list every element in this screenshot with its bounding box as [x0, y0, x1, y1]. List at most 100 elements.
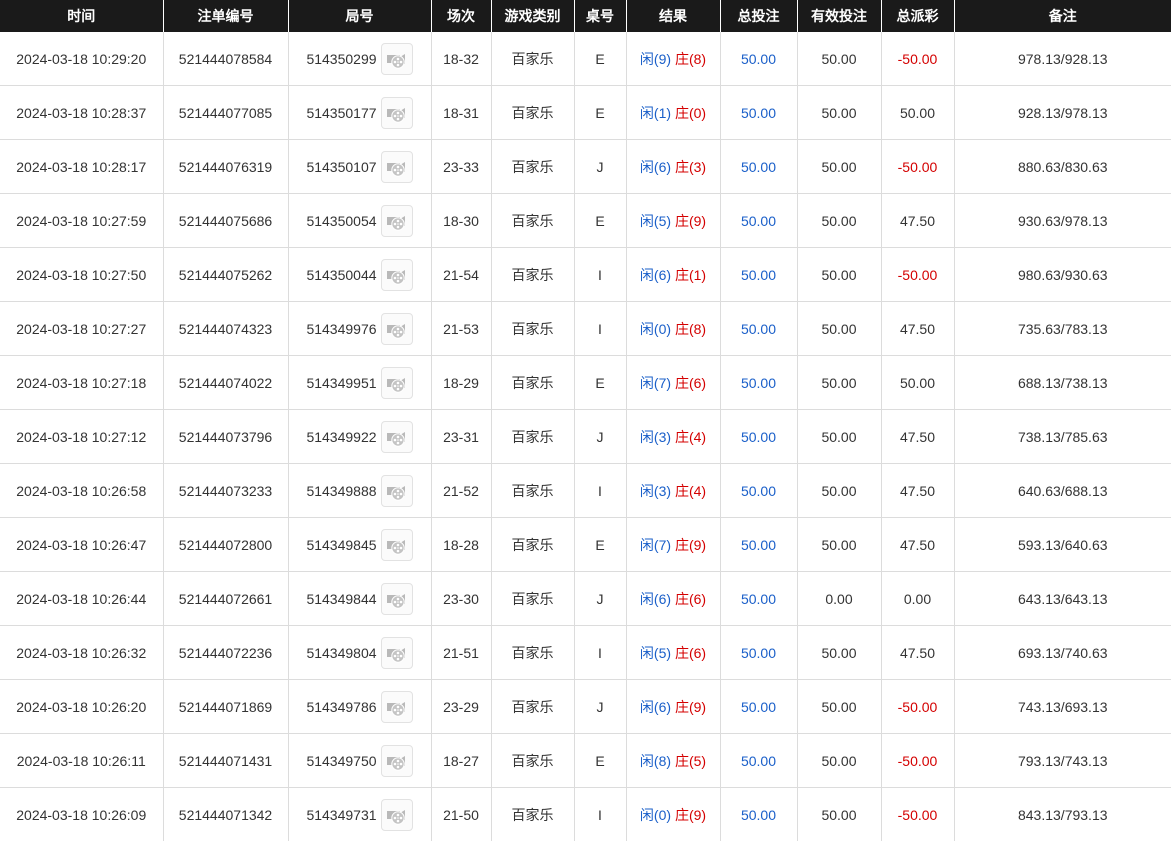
player-score: (6) [653, 158, 672, 175]
cell-total-bet: 50.00 [720, 301, 798, 356]
cell-order-no: 521444072800 [163, 517, 289, 572]
cell-order-no: 521444072661 [163, 571, 289, 626]
table-row: 2024-03-18 10:28:37 521444077085 5143501… [0, 85, 1171, 140]
player-score: (6) [653, 266, 672, 283]
cell-session: 23-33 [431, 139, 492, 194]
cell-time: 2024-03-18 10:28:37 [0, 85, 164, 140]
cell-total-bet: 50.00 [720, 679, 798, 734]
cell-order-no: 521444072236 [163, 625, 289, 680]
cell-time: 2024-03-18 10:26:20 [0, 679, 164, 734]
cell-payout: -50.00 [881, 733, 955, 788]
cell-valid-bet: 0.00 [797, 571, 882, 626]
banker-label: 庄 [674, 536, 689, 553]
cell-total-bet: 50.00 [720, 247, 798, 302]
banker-score: (4) [688, 482, 707, 499]
table-row: 2024-03-18 10:27:59 521444075686 5143500… [0, 193, 1171, 248]
cell-session: 18-31 [431, 85, 492, 140]
film-reel-icon[interactable] [380, 42, 413, 75]
table-row: 2024-03-18 10:27:12 521444073796 5143499… [0, 409, 1171, 464]
cell-result: 闲(9) 庄(8) [626, 32, 721, 86]
cell-order-no: 521444071342 [163, 787, 289, 841]
cell-table: I [574, 247, 627, 302]
film-reel-icon[interactable] [380, 96, 413, 129]
cell-time: 2024-03-18 10:26:58 [0, 463, 164, 518]
player-label: 闲 [639, 698, 654, 715]
film-reel-icon[interactable] [380, 258, 413, 291]
round-no-text: 514349804 [306, 644, 377, 661]
cell-table: E [574, 85, 627, 140]
cell-time: 2024-03-18 10:28:17 [0, 139, 164, 194]
cell-order-no: 521444076319 [163, 139, 289, 194]
cell-round-no: 514349922 [288, 409, 432, 464]
banker-label: 庄 [674, 266, 689, 283]
cell-remark: 643.13/643.13 [954, 571, 1171, 626]
cell-result: 闲(0) 庄(8) [626, 301, 721, 356]
player-label: 闲 [639, 374, 654, 391]
cell-order-no: 521444073233 [163, 463, 289, 518]
player-score: (7) [653, 536, 672, 553]
cell-time: 2024-03-18 10:27:50 [0, 247, 164, 302]
cell-session: 21-50 [431, 787, 492, 841]
player-label: 闲 [639, 212, 654, 229]
cell-session: 21-52 [431, 463, 492, 518]
film-reel-icon[interactable] [380, 150, 413, 183]
cell-remark: 980.63/930.63 [954, 247, 1171, 302]
cell-remark: 693.13/740.63 [954, 625, 1171, 680]
player-label: 闲 [639, 266, 654, 283]
film-reel-icon[interactable] [380, 744, 413, 777]
player-label: 闲 [639, 752, 654, 769]
cell-payout: 47.50 [881, 463, 955, 518]
cell-time: 2024-03-18 10:26:44 [0, 571, 164, 626]
round-cell-wrap: 514349731 [289, 788, 431, 841]
cell-order-no: 521444071869 [163, 679, 289, 734]
player-label: 闲 [639, 104, 654, 121]
round-no-text: 514350299 [306, 50, 377, 67]
cell-payout: 47.50 [881, 193, 955, 248]
cell-valid-bet: 50.00 [797, 679, 882, 734]
film-reel-icon[interactable] [380, 798, 413, 831]
round-cell-wrap: 514349951 [289, 356, 431, 409]
film-reel-icon[interactable] [380, 636, 413, 669]
cell-round-no: 514349731 [288, 787, 432, 841]
cell-order-no: 521444073796 [163, 409, 289, 464]
film-reel-icon[interactable] [380, 690, 413, 723]
banker-label: 庄 [674, 50, 689, 67]
cell-game: 百家乐 [491, 301, 575, 356]
player-score: (1) [653, 104, 672, 121]
cell-result: 闲(6) 庄(3) [626, 139, 721, 194]
round-cell-wrap: 514350299 [289, 32, 431, 85]
banker-score: (9) [688, 806, 707, 823]
cell-time: 2024-03-18 10:26:47 [0, 517, 164, 572]
film-reel-icon[interactable] [380, 474, 413, 507]
film-reel-icon[interactable] [380, 312, 413, 345]
round-cell-wrap: 514349845 [289, 518, 431, 571]
round-cell-wrap: 514350107 [289, 140, 431, 193]
round-cell-wrap: 514350044 [289, 248, 431, 301]
cell-order-no: 521444074323 [163, 301, 289, 356]
round-no-text: 514349951 [306, 374, 377, 391]
cell-valid-bet: 50.00 [797, 193, 882, 248]
cell-remark: 688.13/738.13 [954, 355, 1171, 410]
film-reel-icon[interactable] [380, 582, 413, 615]
film-reel-icon[interactable] [380, 366, 413, 399]
cell-table: J [574, 409, 627, 464]
cell-total-bet: 50.00 [720, 571, 798, 626]
cell-round-no: 514349786 [288, 679, 432, 734]
banker-score: (8) [688, 50, 707, 67]
player-score: (0) [653, 320, 672, 337]
cell-payout: -50.00 [881, 32, 955, 86]
film-reel-icon[interactable] [380, 204, 413, 237]
round-no-text: 514349750 [306, 752, 377, 769]
cell-round-no: 514350177 [288, 85, 432, 140]
round-no-text: 514350177 [306, 104, 377, 121]
cell-game: 百家乐 [491, 517, 575, 572]
banker-label: 庄 [674, 806, 689, 823]
banker-score: (8) [688, 320, 707, 337]
player-label: 闲 [639, 806, 654, 823]
film-reel-icon[interactable] [380, 528, 413, 561]
cell-table: E [574, 733, 627, 788]
column-header: 备注 [954, 0, 1171, 32]
cell-result: 闲(8) 庄(5) [626, 733, 721, 788]
film-reel-icon[interactable] [380, 420, 413, 453]
round-no-text: 514349845 [306, 536, 377, 553]
